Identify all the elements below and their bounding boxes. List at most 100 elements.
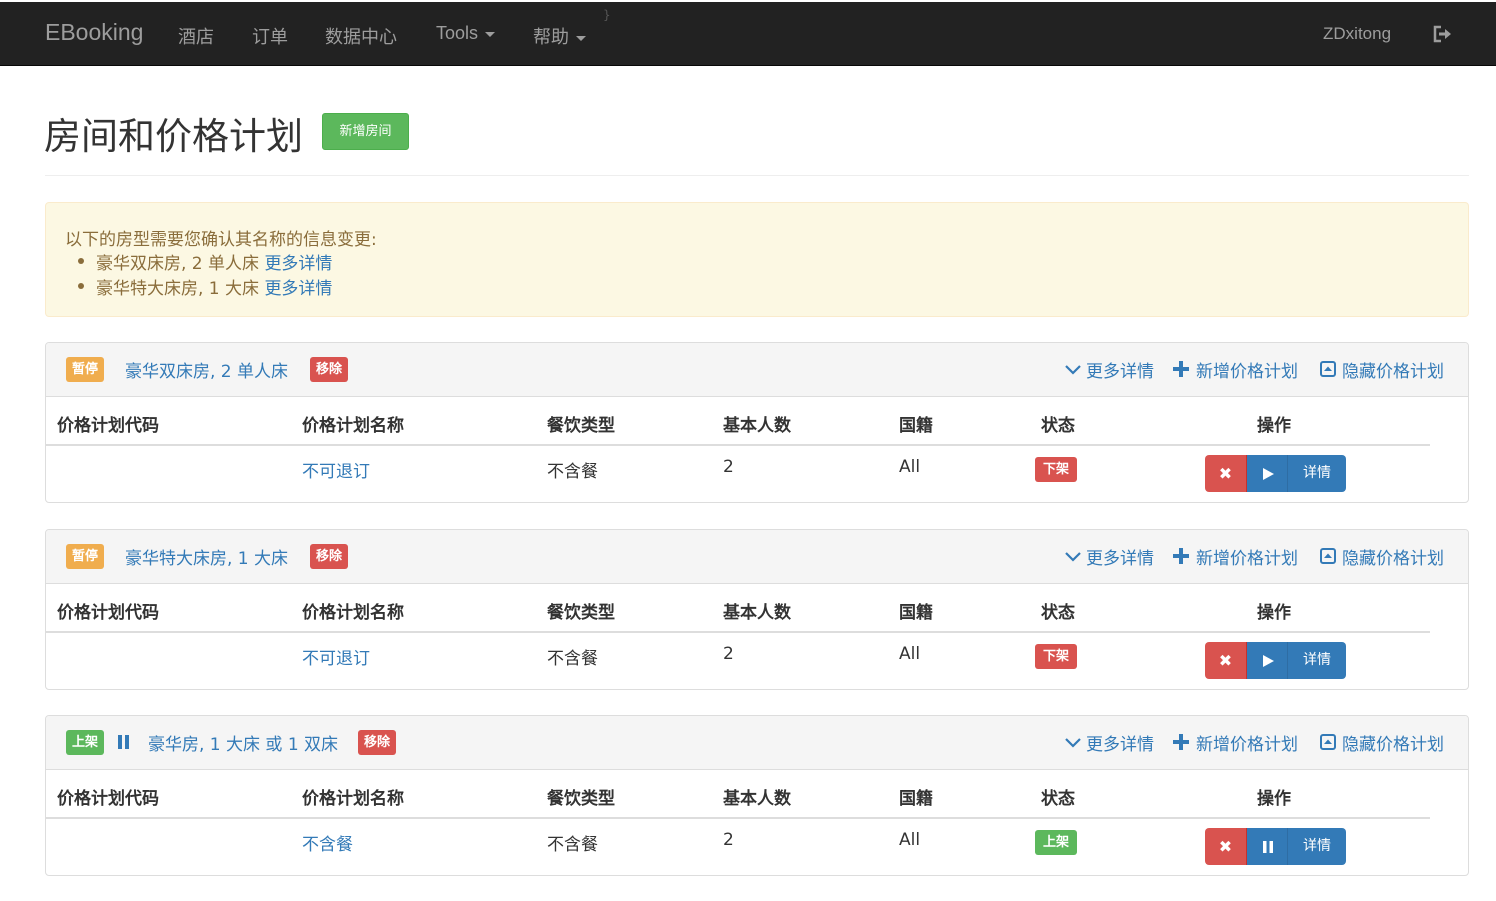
meal-type-cell: 不含餐: [547, 835, 598, 855]
more-details-link[interactable]: 更多详情: [1086, 544, 1154, 569]
stray-brace: }: [603, 8, 611, 22]
room-name-link[interactable]: 豪华特大床房, 1 大床: [125, 544, 288, 569]
col-header-base-persons: 基本人数: [723, 416, 791, 436]
logout-icon[interactable]: [1432, 24, 1454, 44]
chevron-down-icon: [1065, 365, 1081, 375]
plan-details-button[interactable]: 详情: [1288, 642, 1346, 679]
plan-action-group: ✖ 详情: [1205, 455, 1346, 492]
table-header-rule: [46, 631, 1430, 633]
col-header-actions: 操作: [1257, 416, 1291, 436]
plan-name-link[interactable]: 不含餐: [302, 830, 353, 855]
meal-type-cell: 不含餐: [547, 462, 598, 482]
plan-details-button[interactable]: 详情: [1288, 828, 1346, 865]
nationality-cell: All: [899, 457, 921, 477]
delete-plan-button[interactable]: ✖: [1205, 455, 1247, 492]
plan-status-badge: 上架: [1035, 830, 1078, 855]
plus-icon: [1173, 734, 1189, 750]
collapse-up-icon: [1320, 548, 1336, 564]
alert-item: 豪华特大床房, 1 大床 更多详情: [77, 274, 332, 299]
plan-status-badge: 下架: [1035, 457, 1078, 482]
remove-room-button[interactable]: 移除: [310, 357, 349, 382]
more-details-link[interactable]: 更多详情: [1086, 357, 1154, 382]
col-header-nationality: 国籍: [899, 789, 933, 809]
alert-more-details-link[interactable]: 更多详情: [264, 254, 332, 274]
plan-name-link[interactable]: 不可退订: [302, 457, 370, 482]
nav-tools-dropdown[interactable]: Tools: [436, 23, 496, 44]
base-persons-cell: 2: [723, 457, 734, 477]
col-header-status: 状态: [1041, 416, 1075, 436]
caret-down-icon: [485, 31, 496, 37]
caret-down-icon: [576, 35, 586, 41]
name-change-alert: 以下的房型需要您确认其名称的信息变更: 豪华双床房, 2 单人床 更多详情 豪华…: [45, 202, 1469, 317]
close-icon: ✖: [1218, 651, 1233, 670]
collapse-up-icon: [1320, 734, 1336, 750]
room-panel-heading: 暂停 豪华双床房, 2 单人床 移除 更多详情 新增价格计划 隐藏价格计划: [46, 343, 1468, 397]
activate-plan-button[interactable]: [1247, 455, 1288, 492]
base-persons-cell: 2: [723, 830, 734, 850]
room-panel: 暂停 豪华双床房, 2 单人床 移除 更多详情 新增价格计划 隐藏价格计划 价格…: [45, 342, 1469, 503]
plus-icon: [1173, 548, 1189, 564]
plus-icon: [1173, 361, 1189, 377]
user-menu[interactable]: ZDxitong: [1323, 24, 1391, 44]
room-name-link[interactable]: 豪华房, 1 大床 或 1 双床: [148, 730, 338, 755]
table-header-rule: [46, 444, 1430, 446]
col-header-meal-type: 餐饮类型: [547, 789, 615, 809]
nationality-cell: All: [899, 644, 921, 664]
col-header-base-persons: 基本人数: [723, 603, 791, 623]
brand-link[interactable]: EBooking: [45, 19, 143, 46]
alert-item-text: 豪华特大床房, 1 大床: [96, 279, 265, 299]
plan-status-badge: 下架: [1035, 644, 1078, 669]
hide-rate-plans-link[interactable]: 隐藏价格计划: [1342, 730, 1444, 755]
plan-action-group: ✖ 详情: [1205, 828, 1346, 865]
room-panel-heading: 上架 豪华房, 1 大床 或 1 双床 移除 更多详情 新增价格计划 隐藏价格计…: [46, 716, 1468, 770]
collapse-up-icon: [1320, 361, 1336, 377]
more-details-link[interactable]: 更多详情: [1086, 730, 1154, 755]
delete-plan-button[interactable]: ✖: [1205, 642, 1247, 679]
nav-help-dropdown[interactable]: 帮助: [533, 23, 586, 49]
add-rate-plan-link[interactable]: 新增价格计划: [1196, 544, 1298, 569]
room-status-badge: 暂停: [66, 544, 105, 569]
col-header-actions: 操作: [1257, 603, 1291, 623]
room-status-badge: 暂停: [66, 357, 105, 382]
pause-icon[interactable]: [118, 735, 130, 749]
plan-action-group: ✖ 详情: [1205, 642, 1346, 679]
col-header-meal-type: 餐饮类型: [547, 416, 615, 436]
add-room-button[interactable]: 新增房间: [322, 113, 409, 150]
nav-data-center[interactable]: 数据中心: [325, 23, 397, 49]
alert-item: 豪华双床房, 2 单人床 更多详情: [77, 249, 332, 274]
alert-list: 豪华双床房, 2 单人床 更多详情 豪华特大床房, 1 大床 更多详情: [77, 249, 332, 299]
nav-orders[interactable]: 订单: [252, 23, 288, 49]
pause-icon: [1263, 841, 1273, 853]
play-icon: [1263, 468, 1274, 480]
hide-rate-plans-link[interactable]: 隐藏价格计划: [1342, 544, 1444, 569]
chevron-down-icon: [1065, 552, 1081, 562]
close-icon: ✖: [1218, 837, 1233, 856]
add-rate-plan-link[interactable]: 新增价格计划: [1196, 357, 1298, 382]
play-icon: [1263, 655, 1274, 667]
delete-plan-button[interactable]: ✖: [1205, 828, 1247, 865]
col-header-plan-code: 价格计划代码: [57, 416, 159, 436]
col-header-plan-name: 价格计划名称: [302, 789, 404, 809]
top-navbar: EBooking 酒店 订单 数据中心 Tools 帮助 } ZDxitong: [0, 2, 1496, 66]
plan-details-button[interactable]: 详情: [1288, 455, 1346, 492]
add-rate-plan-link[interactable]: 新增价格计划: [1196, 730, 1298, 755]
room-status-badge: 上架: [66, 730, 105, 755]
hide-rate-plans-link[interactable]: 隐藏价格计划: [1342, 357, 1444, 382]
alert-more-details-link[interactable]: 更多详情: [264, 279, 332, 299]
remove-room-button[interactable]: 移除: [310, 544, 349, 569]
col-header-plan-code: 价格计划代码: [57, 789, 159, 809]
col-header-nationality: 国籍: [899, 603, 933, 623]
room-name-link[interactable]: 豪华双床房, 2 单人床: [125, 357, 288, 382]
col-header-status: 状态: [1041, 789, 1075, 809]
pause-plan-button[interactable]: [1247, 828, 1288, 865]
col-header-meal-type: 餐饮类型: [547, 603, 615, 623]
plan-name-link[interactable]: 不可退订: [302, 644, 370, 669]
room-panel: 暂停 豪华特大床房, 1 大床 移除 更多详情 新增价格计划 隐藏价格计划 价格…: [45, 529, 1469, 690]
nav-hotel[interactable]: 酒店: [178, 23, 214, 49]
meal-type-cell: 不含餐: [547, 649, 598, 669]
col-header-actions: 操作: [1257, 789, 1291, 809]
col-header-plan-name: 价格计划名称: [302, 603, 404, 623]
remove-room-button[interactable]: 移除: [358, 730, 397, 755]
alert-item-text: 豪华双床房, 2 单人床: [96, 254, 265, 274]
activate-plan-button[interactable]: [1247, 642, 1288, 679]
